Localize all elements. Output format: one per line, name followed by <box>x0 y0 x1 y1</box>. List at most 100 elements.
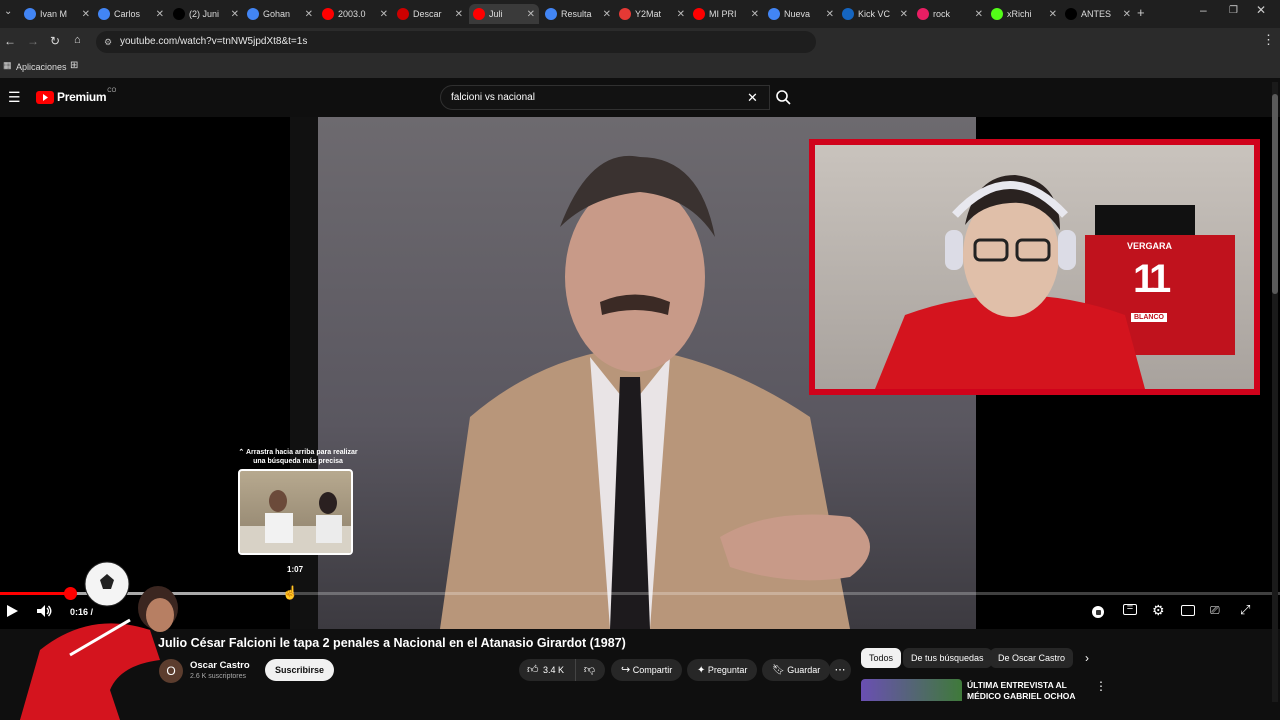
forward-arrow-icon[interactable]: → <box>27 34 39 48</box>
youtube-logo[interactable]: Premium CO <box>36 88 117 104</box>
webcam-overlay: VERGARA 11 BLANCO <box>809 139 1260 395</box>
browser-tab[interactable]: Ivan M ✕ <box>24 4 90 24</box>
dislike-button[interactable]: 👎︎ <box>575 659 603 681</box>
search-button[interactable] <box>770 85 798 110</box>
fullscreen-icon[interactable]: ⤢ <box>1240 602 1250 618</box>
tab-close-icon[interactable]: ✕ <box>975 9 983 20</box>
close-window-icon[interactable]: ✕ <box>1256 3 1266 17</box>
youtube-premium-text: Premium <box>57 90 107 104</box>
browser-tab[interactable]: 2003.0 ✕ <box>322 4 388 24</box>
tab-close-icon[interactable]: ✕ <box>455 9 463 20</box>
drag-hint-line1: Arrastra hacia arriba para realizar <box>245 449 358 456</box>
browser-tab[interactable]: rock ✕ <box>917 4 983 24</box>
like-dislike-group: 👍︎ 3.4 K 👎︎ <box>519 659 605 681</box>
tab-favicon-icon <box>322 8 334 20</box>
video-title: Julio César Falcioni le tapa 2 penales a… <box>158 636 626 650</box>
clear-search-icon[interactable]: ✕ <box>747 86 758 109</box>
minimize-window-icon[interactable]: – <box>1200 3 1207 17</box>
channel-name[interactable]: Oscar Castro <box>190 660 250 671</box>
tab-close-icon[interactable]: ✕ <box>1123 9 1131 20</box>
browser-tab[interactable]: Nueva ✕ <box>768 4 834 24</box>
restore-window-icon[interactable]: ❐ <box>1229 5 1238 16</box>
browser-tab[interactable]: (2) Juni ✕ <box>173 4 239 24</box>
recommendation-title-line1: ÚLTIMA ENTREVISTA AL <box>967 680 1067 690</box>
browser-menu-icon[interactable]: ⋮ <box>1262 32 1275 48</box>
browser-tab-label: ANTES <box>1081 9 1112 19</box>
tab-close-icon[interactable]: ✕ <box>527 9 535 20</box>
search-input[interactable]: falcioni vs nacional ✕ <box>440 85 770 110</box>
recommendation-title[interactable]: ÚLTIMA ENTREVISTA AL MÉDICO GABRIEL OCHO… <box>967 680 1075 702</box>
search-icon <box>776 90 791 105</box>
browser-tab[interactable]: Y2Mat ✕ <box>619 4 685 24</box>
tab-close-icon[interactable]: ✕ <box>156 9 164 20</box>
browser-tab-label: Y2Mat <box>635 9 662 19</box>
chips-next-chevron-icon[interactable]: › <box>1085 651 1089 665</box>
pause-dot-icon <box>1095 609 1101 615</box>
browser-tab[interactable]: Resulta ✕ <box>545 4 611 24</box>
url-text: youtube.com/watch?v=tnNW5jpdXt8&t=1s <box>120 36 308 47</box>
tab-close-icon[interactable]: ✕ <box>1049 9 1057 20</box>
tab-close-icon[interactable]: ✕ <box>231 9 239 20</box>
settings-gear-icon[interactable]: ⚙ <box>1152 602 1165 619</box>
apps-grid-icon[interactable]: ▦ <box>3 60 12 71</box>
miniplayer-icon[interactable] <box>1181 605 1195 616</box>
browser-tab[interactable]: Carlos ✕ <box>98 4 164 24</box>
tab-close-icon[interactable]: ✕ <box>82 9 90 20</box>
channel-avatar-initial: O <box>166 664 176 678</box>
browser-tab[interactable]: Kick VC ✕ <box>842 4 908 24</box>
channel-avatar[interactable]: O <box>159 659 183 683</box>
tab-favicon-icon <box>768 8 780 20</box>
browser-tab-label: Carlos <box>114 9 141 19</box>
tab-close-icon[interactable]: ✕ <box>305 9 313 20</box>
cast-icon[interactable]: ⎚ <box>1210 603 1220 618</box>
tab-close-icon[interactable]: ✕ <box>677 9 685 20</box>
recommendation-menu-icon[interactable]: ⋮ <box>1095 679 1107 693</box>
tab-search-chevron-icon[interactable]: ⌄ <box>4 6 12 17</box>
browser-tab-label: Ivan M <box>40 9 68 19</box>
drag-hint-line2: una búsqueda más precisa <box>253 458 343 465</box>
chip-de-oscar-castro[interactable]: De Oscar Castro <box>990 648 1074 668</box>
country-badge: CO <box>107 88 117 94</box>
reload-icon[interactable]: ↻ <box>50 34 60 48</box>
browser-tab[interactable]: Descar ✕ <box>397 4 463 24</box>
tab-favicon-icon <box>98 8 110 20</box>
tab-close-icon[interactable]: ✕ <box>380 9 388 20</box>
hamburger-menu-icon[interactable]: ☰ <box>8 89 21 106</box>
tab-favicon-icon <box>473 8 485 20</box>
home-icon[interactable]: ⌂ <box>74 34 81 46</box>
sparkle-icon: ✦ <box>697 665 706 676</box>
browser-tab[interactable]: Juli ✕ <box>469 4 539 24</box>
ask-button[interactable]: ✦ Preguntar <box>687 659 758 681</box>
tab-close-icon[interactable]: ✕ <box>603 9 611 20</box>
bookmark-aplicaciones[interactable]: Aplicaciones <box>16 62 67 72</box>
new-tab-plus-icon[interactable]: + <box>1137 5 1145 20</box>
subtitles-icon[interactable]: = <box>1123 603 1137 615</box>
scrollbar-thumb[interactable] <box>1272 94 1278 294</box>
tab-groups-icon[interactable]: ⊞ <box>70 60 78 71</box>
chip-de-tus-busquedas[interactable]: De tus búsquedas <box>903 648 992 668</box>
share-button[interactable]: ↪ Compartir <box>611 659 683 681</box>
address-bar[interactable]: ⚙ youtube.com/watch?v=tnNW5jpdXt8&t=1s <box>96 31 816 53</box>
browser-tab-strip: ⌄ Ivan M ✕ Carlos ✕ (2) Juni ✕ Gohan ✕ 2003.0 ✕ De… <box>0 0 1280 28</box>
browser-tab[interactable]: Gohan ✕ <box>247 4 313 24</box>
tab-favicon-icon <box>917 8 929 20</box>
browser-tab[interactable]: MI PRI ✕ <box>693 4 759 24</box>
subscribe-button[interactable]: Suscribirse <box>265 659 335 681</box>
like-button[interactable]: 👍︎ 3.4 K <box>519 659 571 681</box>
tab-close-icon[interactable]: ✕ <box>751 9 759 20</box>
autoplay-toggle[interactable] <box>1092 606 1104 618</box>
tab-close-icon[interactable]: ✕ <box>826 9 834 20</box>
site-info-icon[interactable]: ⚙ <box>104 31 112 53</box>
tab-favicon-icon <box>1065 8 1077 20</box>
video-player[interactable]: VERGARA 11 BLANCO <box>0 117 1280 629</box>
page-scrollbar[interactable] <box>1272 82 1278 702</box>
chip-todos[interactable]: Todos <box>861 648 902 668</box>
recommendation-thumbnail[interactable] <box>861 679 962 701</box>
save-button[interactable]: 🔖︎ Guardar <box>762 659 831 681</box>
recommendation-title-line2: MÉDICO GABRIEL OCHOA <box>967 691 1076 701</box>
browser-tab[interactable]: ANTES ✕ <box>1065 4 1131 24</box>
browser-tab[interactable]: xRichi ✕ <box>991 4 1057 24</box>
back-arrow-icon[interactable]: ← <box>4 34 16 48</box>
more-actions-button[interactable]: ⋯ <box>829 659 851 681</box>
tab-close-icon[interactable]: ✕ <box>900 9 908 20</box>
